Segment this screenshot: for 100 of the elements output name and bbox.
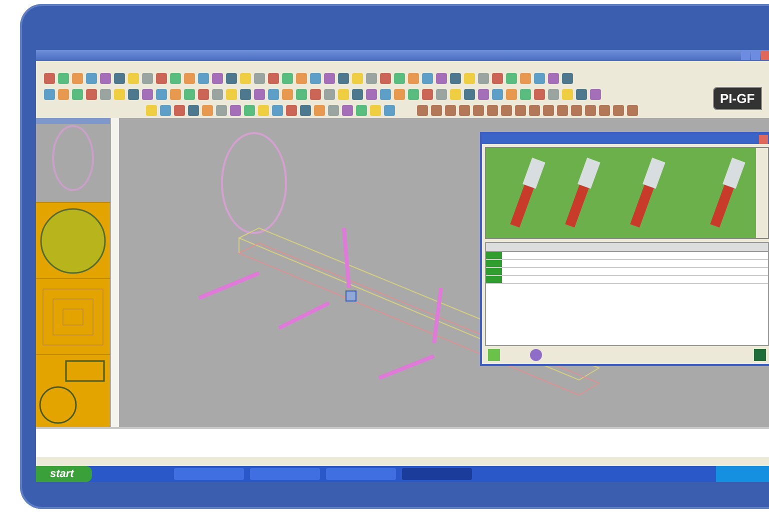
toolbar-icon[interactable]	[72, 72, 83, 84]
toolbar-icon[interactable]	[240, 88, 251, 100]
toolbar-icon[interactable]	[156, 88, 167, 100]
toolbar-icon[interactable]	[529, 104, 540, 116]
toolbar-icon[interactable]	[86, 88, 97, 100]
toolbar-icon[interactable]	[520, 88, 531, 100]
toolbar-icon[interactable]	[254, 88, 265, 100]
toolbar-icon[interactable]	[170, 88, 181, 100]
toolbar-icon[interactable]	[282, 88, 293, 100]
toolbar-icon[interactable]	[128, 88, 139, 100]
toolbar-icon[interactable]	[478, 88, 489, 100]
toolbar-icon[interactable]	[324, 88, 335, 100]
toolbar-icon[interactable]	[599, 104, 610, 116]
toolbar-icon[interactable]	[590, 88, 601, 100]
toolbar-icon[interactable]	[198, 72, 209, 84]
toolbar-icon[interactable]	[408, 88, 419, 100]
toolbar-icon[interactable]	[44, 88, 55, 100]
toolbar-icon[interactable]	[254, 72, 265, 84]
toolbar-icon[interactable]	[543, 104, 554, 116]
toolbar-icon[interactable]	[324, 72, 335, 84]
toolbar-icon[interactable]	[520, 72, 531, 84]
toolbar-icon[interactable]	[506, 72, 517, 84]
toolbar-icon[interactable]	[310, 88, 321, 100]
table-row[interactable]	[486, 276, 768, 284]
toolbar-icon[interactable]	[548, 88, 559, 100]
toolbar-icon[interactable]	[366, 72, 377, 84]
toolbar-icon[interactable]	[445, 104, 456, 116]
thumbnail[interactable]	[36, 278, 110, 354]
toolbar-icon[interactable]	[576, 88, 587, 100]
toolbar-icon[interactable]	[394, 72, 405, 84]
toolbar-icon[interactable]	[58, 72, 69, 84]
toolbar-icon[interactable]	[394, 88, 405, 100]
toolbar-icon[interactable]	[184, 88, 195, 100]
toolbar-icon[interactable]	[100, 72, 111, 84]
toolbar-icon[interactable]	[286, 104, 297, 116]
toolbar-icon[interactable]	[492, 72, 503, 84]
toolbar-icon[interactable]	[627, 104, 638, 116]
toolbar-icon[interactable]	[212, 88, 223, 100]
toolbar-icon[interactable]	[422, 72, 433, 84]
toolbar-icon[interactable]	[352, 88, 363, 100]
toolbar-icon[interactable]	[338, 72, 349, 84]
toolbar-icon[interactable]	[562, 72, 573, 84]
table-row[interactable]	[486, 260, 768, 268]
toolbar-icon[interactable]	[380, 72, 391, 84]
toolbar-icon[interactable]	[142, 88, 153, 100]
toolbar-icon[interactable]	[506, 88, 517, 100]
toolbar-icon[interactable]	[478, 72, 489, 84]
toolbar-icon[interactable]	[142, 72, 153, 84]
toolbar-icon[interactable]	[160, 104, 171, 116]
toolbar-icon[interactable]	[585, 104, 596, 116]
toolbar-icon[interactable]	[212, 72, 223, 84]
toolbar-icon[interactable]	[492, 88, 503, 100]
toolbar-icon[interactable]	[534, 88, 545, 100]
toolbar-icon[interactable]	[156, 72, 167, 84]
toolbar-icon[interactable]	[534, 72, 545, 84]
toolbar-icon[interactable]	[296, 88, 307, 100]
toolbar-icon[interactable]	[244, 104, 255, 116]
toolbar-icon[interactable]	[515, 104, 526, 116]
toolbar-icon[interactable]	[230, 104, 241, 116]
toolbar-icon[interactable]	[384, 104, 395, 116]
check-icon[interactable]	[488, 349, 500, 361]
toolbar-icon[interactable]	[268, 72, 279, 84]
toolbar-icon[interactable]	[450, 72, 461, 84]
toolbar-icon[interactable]	[436, 72, 447, 84]
toolbar-icon[interactable]	[226, 72, 237, 84]
toolbar-icon[interactable]	[328, 104, 339, 116]
toolbar-icon[interactable]	[431, 104, 442, 116]
toolbar-icon[interactable]	[310, 72, 321, 84]
toolbar-icon[interactable]	[170, 72, 181, 84]
toolbar-icon[interactable]	[473, 104, 484, 116]
sphere-icon[interactable]	[530, 349, 542, 361]
toolbar-icon[interactable]	[548, 72, 559, 84]
toolbar-icon[interactable]	[408, 72, 419, 84]
toolbar-icon[interactable]	[58, 88, 69, 100]
toolbar-icon[interactable]	[86, 72, 97, 84]
toolbar-icon[interactable]	[296, 72, 307, 84]
toolbar-icon[interactable]	[44, 72, 55, 84]
table-row[interactable]	[486, 268, 768, 276]
scrollbar[interactable]	[110, 118, 119, 427]
toolbar-icon[interactable]	[436, 88, 447, 100]
toolbar-icon[interactable]	[216, 104, 227, 116]
toolbar-icon[interactable]	[613, 104, 624, 116]
toolbar-icon[interactable]	[459, 104, 470, 116]
toolbar-icon[interactable]	[487, 104, 498, 116]
toolbar-icon[interactable]	[198, 88, 209, 100]
toolbar-icon[interactable]	[571, 104, 582, 116]
toolbar-icon[interactable]	[188, 104, 199, 116]
toolbar-icon[interactable]	[464, 88, 475, 100]
toolbar-icon[interactable]	[342, 104, 353, 116]
toolbar-icon[interactable]	[272, 104, 283, 116]
toolbar-icon[interactable]	[114, 72, 125, 84]
toolbar-icon[interactable]	[184, 72, 195, 84]
thumbnail[interactable]	[36, 354, 110, 427]
toolbar-icon[interactable]	[314, 104, 325, 116]
toolbar-icon[interactable]	[417, 104, 428, 116]
toolbar-icon[interactable]	[72, 88, 83, 100]
toolbar-icon[interactable]	[174, 104, 185, 116]
start-button[interactable]: start	[36, 466, 92, 482]
toolbar-icon[interactable]	[422, 88, 433, 100]
toolbar-icon[interactable]	[300, 104, 311, 116]
